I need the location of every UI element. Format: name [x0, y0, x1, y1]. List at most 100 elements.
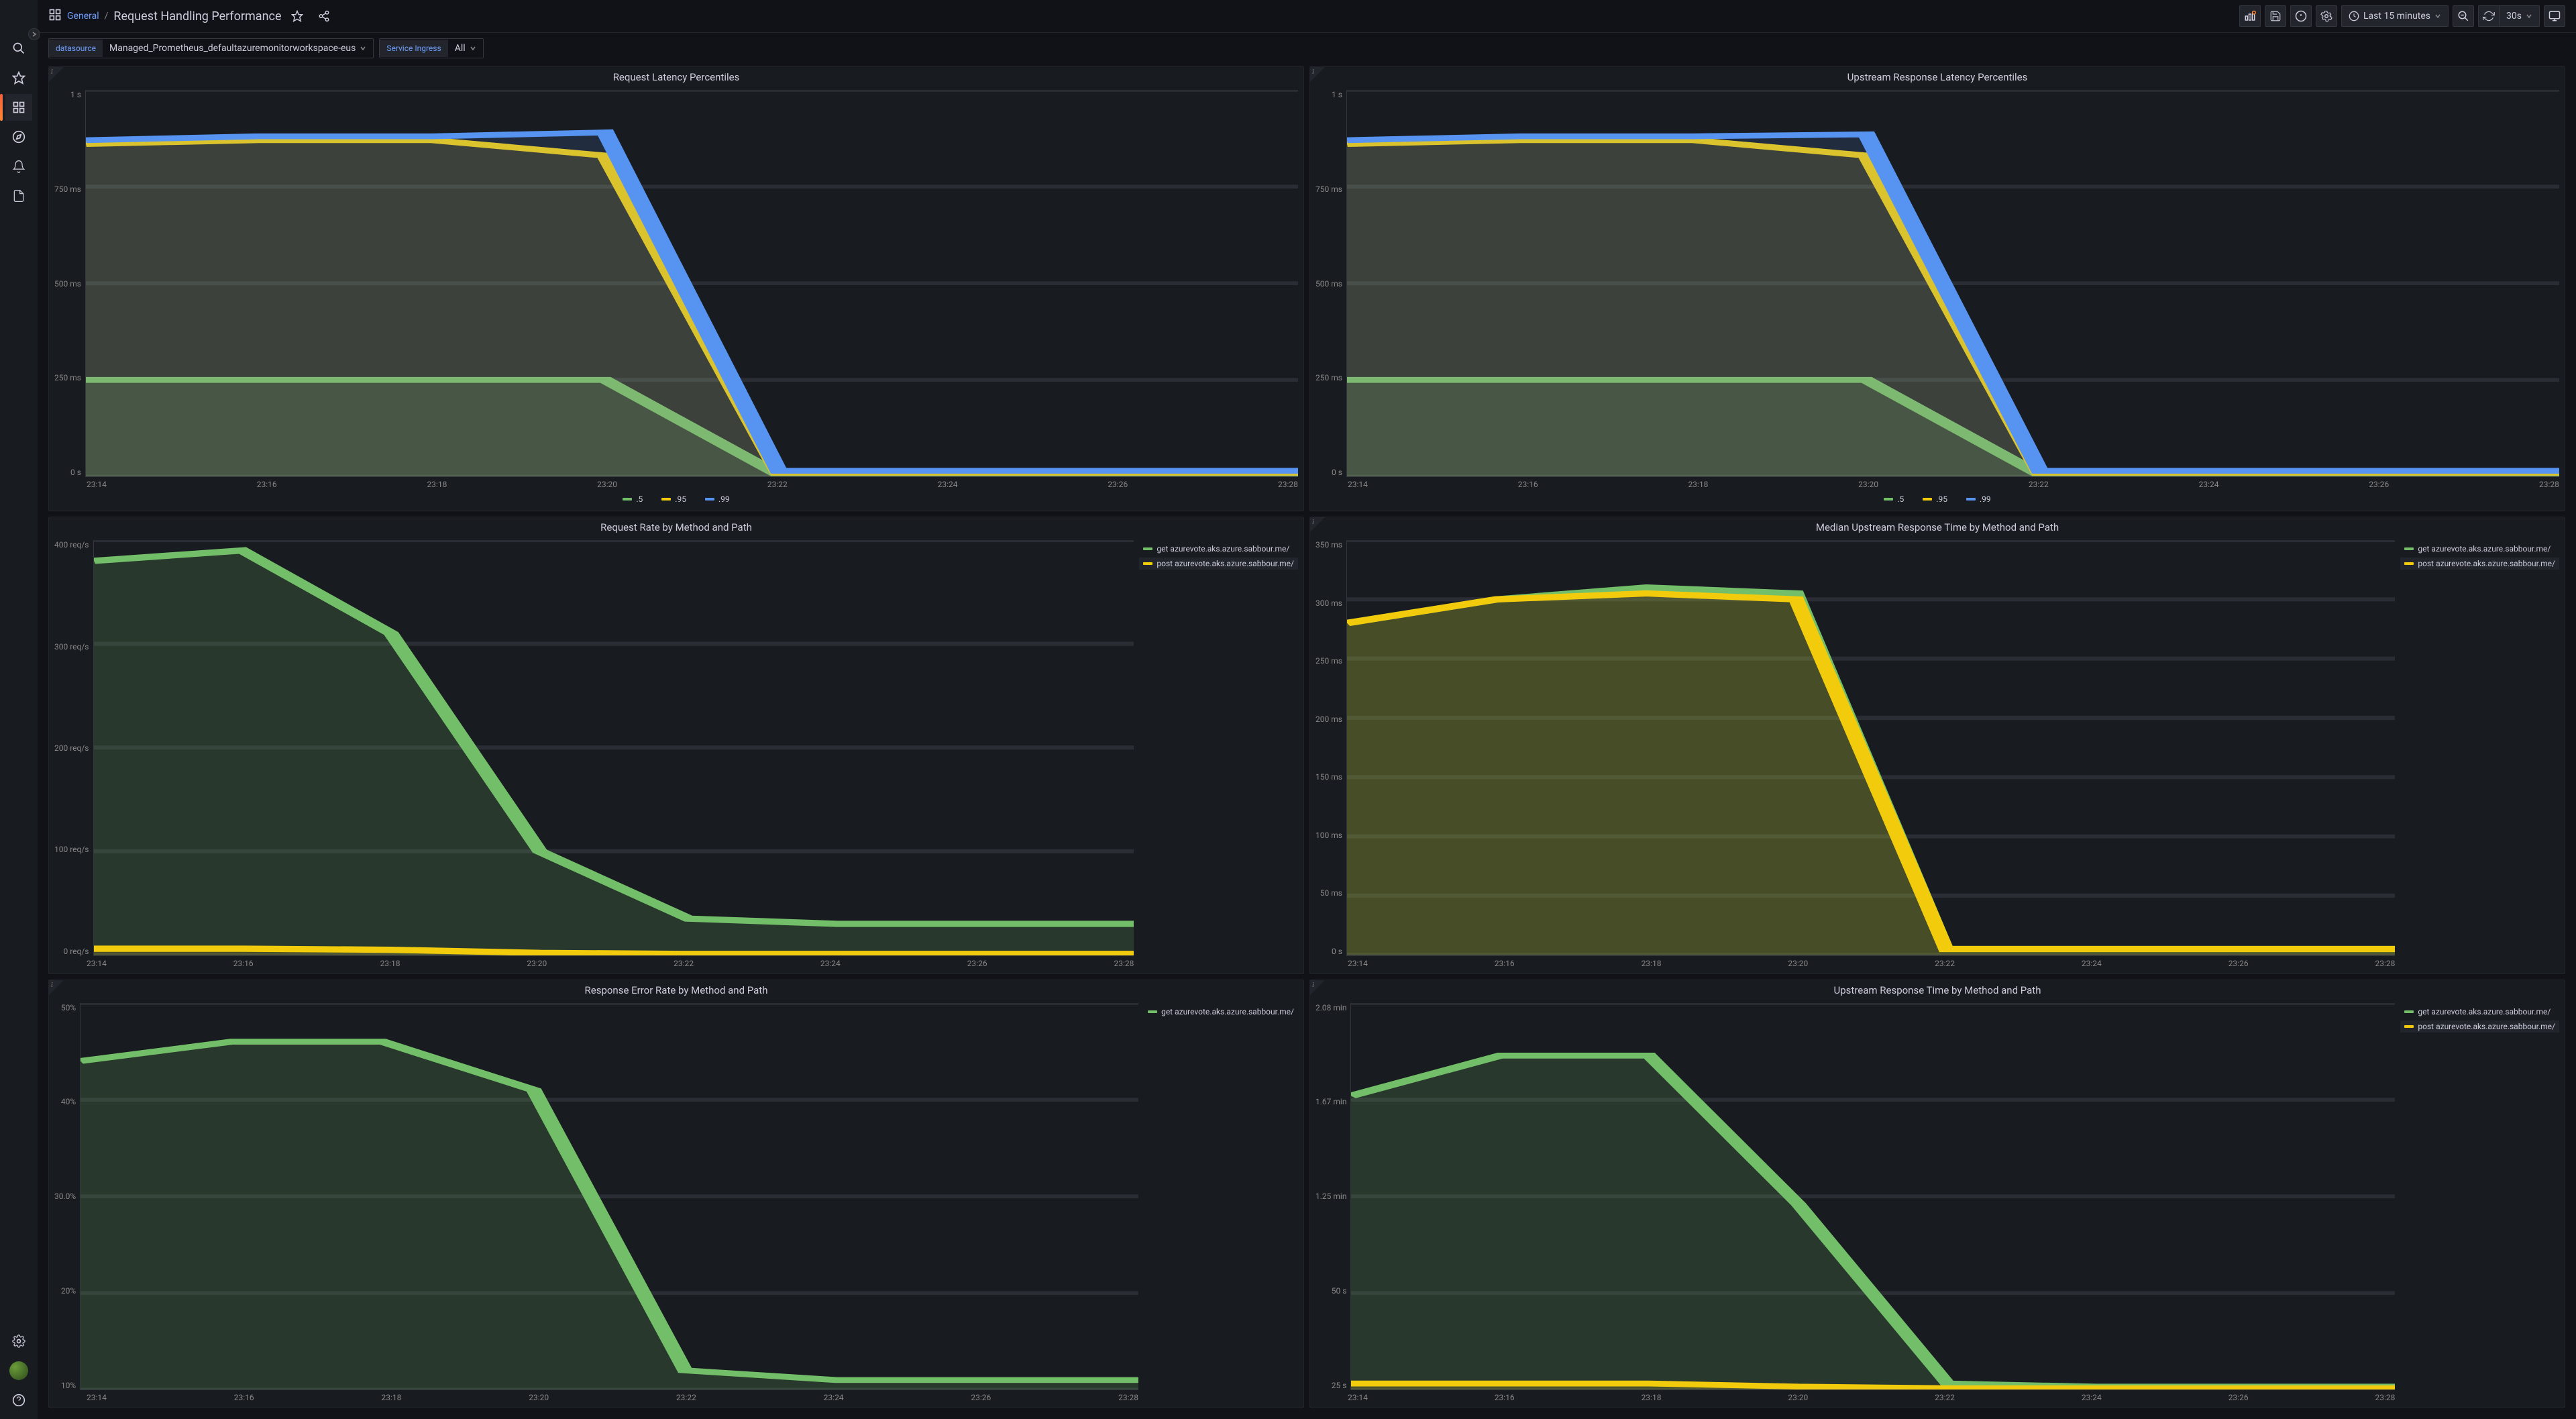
legend-swatch: [1148, 1010, 1157, 1013]
legend-swatch: [661, 498, 671, 501]
panel-title[interactable]: Response Error Rate by Method and Path: [49, 980, 1303, 1000]
var-value: All: [455, 43, 466, 54]
x-axis: 23:1423:1623:1823:2023:2223:2423:2623:28: [1316, 1390, 2395, 1402]
panel-req_rate: Request Rate by Method and Path400 req/s…: [48, 517, 1304, 974]
legend-swatch: [1966, 498, 1976, 501]
chart-plot[interactable]: [1346, 540, 2395, 955]
legend: get azurevote.aks.azure.sabbour.me/post …: [1139, 540, 1298, 967]
legend-item[interactable]: .95: [657, 493, 690, 505]
legend: get azurevote.aks.azure.sabbour.me/: [1144, 1003, 1298, 1402]
refresh-interval-picker[interactable]: 30s: [2500, 5, 2540, 27]
legend-item[interactable]: .5: [619, 493, 647, 505]
legend-label: get azurevote.aks.azure.sabbour.me/: [2418, 544, 2551, 554]
panel-title[interactable]: Request Rate by Method and Path: [49, 517, 1303, 537]
panel-median_upstream: Median Upstream Response Time by Method …: [1309, 517, 2565, 974]
legend-item[interactable]: .95: [1919, 493, 1951, 505]
zoom-out-icon[interactable]: [2453, 5, 2474, 27]
panel-title[interactable]: Upstream Response Time by Method and Pat…: [1310, 980, 2565, 1000]
star-dashboard-icon[interactable]: [286, 5, 308, 27]
refresh-icon[interactable]: [2478, 5, 2500, 27]
dashboard-insights-icon[interactable]: [2290, 5, 2312, 27]
chart-plot[interactable]: [85, 90, 1298, 477]
page-title: Request Handling Performance: [113, 9, 281, 23]
legend: get azurevote.aks.azure.sabbour.me/post …: [2400, 540, 2559, 967]
chart-plot[interactable]: [93, 540, 1134, 955]
legend-item[interactable]: post azurevote.aks.azure.sabbour.me/: [2400, 1020, 2559, 1033]
legend-label: .95: [1936, 494, 1947, 504]
legend-item[interactable]: .5: [1880, 493, 1908, 505]
save-dashboard-icon[interactable]: [2265, 5, 2286, 27]
var-datasource[interactable]: datasource Managed_Prometheus_defaultazu…: [48, 38, 374, 58]
topbar: General / Request Handling Performance: [38, 0, 2576, 33]
var-value: Managed_Prometheus_defaultazuremonitorwo…: [109, 43, 356, 54]
chart-plot[interactable]: [1350, 1003, 2395, 1390]
dashboards-icon[interactable]: [5, 94, 32, 121]
x-axis: 23:1423:1623:1823:2023:2223:2423:2623:28: [54, 1390, 1138, 1402]
share-dashboard-icon[interactable]: [313, 5, 335, 27]
legend-item[interactable]: post azurevote.aks.azure.sabbour.me/: [1139, 558, 1298, 570]
x-axis: 23:1423:1623:1823:2023:2223:2423:2623:28: [54, 956, 1134, 968]
legend: get azurevote.aks.azure.sabbour.me/post …: [2400, 1003, 2559, 1402]
dashboard-settings-icon[interactable]: [2316, 5, 2337, 27]
legend-item[interactable]: get azurevote.aks.azure.sabbour.me/: [1139, 543, 1298, 555]
time-range-picker[interactable]: Last 15 minutes: [2341, 5, 2449, 27]
breadcrumb-folder[interactable]: General: [67, 11, 99, 21]
legend-swatch: [1884, 498, 1893, 501]
panel-upstream_lat: Upstream Response Latency Percentiles 1 s…: [1309, 66, 2565, 511]
legend-item[interactable]: get azurevote.aks.azure.sabbour.me/: [2400, 1006, 2559, 1018]
alerting-icon[interactable]: [5, 153, 32, 180]
panel-info-icon[interactable]: [1310, 67, 1325, 82]
template-variables: datasource Managed_Prometheus_defaultazu…: [38, 33, 2576, 64]
y-axis: 1 s750 ms500 ms250 ms0 s: [1316, 90, 1346, 477]
legend-swatch: [2404, 562, 2414, 565]
panel-info-icon[interactable]: [1310, 517, 1325, 532]
legend-item[interactable]: post azurevote.aks.azure.sabbour.me/: [2400, 558, 2559, 570]
nav-sidebar: [0, 0, 38, 1419]
chart-plot[interactable]: [1346, 90, 2559, 477]
panel-info-icon[interactable]: [49, 67, 64, 82]
legend-label: .5: [636, 494, 643, 504]
add-panel-icon[interactable]: [2239, 5, 2261, 27]
panel-info-icon[interactable]: [1310, 980, 1325, 995]
var-service-ingress[interactable]: Service Ingress All: [379, 38, 483, 58]
legend: .5 .95 .99: [54, 489, 1298, 505]
legend-item[interactable]: get azurevote.aks.azure.sabbour.me/: [1144, 1006, 1298, 1018]
reports-icon[interactable]: [5, 182, 32, 209]
help-icon[interactable]: [5, 1387, 32, 1414]
breadcrumb-separator: /: [105, 11, 109, 21]
legend-item[interactable]: .99: [701, 493, 734, 505]
panel-grid: Request Latency Percentiles 1 s750 ms500 …: [38, 64, 2576, 1419]
explore-icon[interactable]: [5, 123, 32, 150]
legend-swatch: [2404, 1010, 2414, 1013]
legend-swatch: [2404, 547, 2414, 550]
legend-swatch: [1143, 562, 1152, 565]
legend-item[interactable]: get azurevote.aks.azure.sabbour.me/: [2400, 543, 2559, 555]
legend-label: post azurevote.aks.azure.sabbour.me/: [2418, 559, 2555, 568]
dashboard-apps-icon: [48, 8, 62, 24]
panel-upstream_time: Upstream Response Time by Method and Pat…: [1309, 980, 2565, 1408]
legend-swatch: [1923, 498, 1932, 501]
legend-swatch: [1143, 547, 1152, 550]
panel-info-icon[interactable]: [49, 980, 64, 995]
x-axis: 23:1423:1623:1823:2023:2223:2423:2623:28: [1316, 956, 2395, 968]
y-axis: 2.08 min1.67 min1.25 min50 s25 s: [1316, 1003, 1350, 1390]
legend-label: .95: [675, 494, 686, 504]
x-axis: 23:1423:1623:1823:2023:2223:2423:2623:28: [54, 477, 1298, 489]
legend-item[interactable]: .99: [1962, 493, 1995, 505]
y-axis: 1 s750 ms500 ms250 ms0 s: [54, 90, 85, 477]
user-avatar[interactable]: [9, 1361, 28, 1380]
configuration-icon[interactable]: [5, 1328, 32, 1355]
chart-plot[interactable]: [80, 1003, 1138, 1390]
view-mode-icon[interactable]: [2544, 5, 2565, 27]
y-axis: 350 ms300 ms250 ms200 ms150 ms100 ms50 m…: [1316, 540, 1346, 955]
panel-title[interactable]: Request Latency Percentiles: [49, 67, 1303, 87]
legend-swatch: [2404, 1025, 2414, 1028]
panel-title[interactable]: Median Upstream Response Time by Method …: [1310, 517, 2565, 537]
grafana-logo[interactable]: [5, 5, 32, 32]
search-icon[interactable]: [5, 35, 32, 62]
panel-title[interactable]: Upstream Response Latency Percentiles: [1310, 67, 2565, 87]
y-axis: 50%40%30.0%20%10%: [54, 1003, 80, 1390]
x-axis: 23:1423:1623:1823:2023:2223:2423:2623:28: [1316, 477, 2559, 489]
expand-sidebar-icon[interactable]: [28, 28, 40, 40]
starred-icon[interactable]: [5, 64, 32, 91]
